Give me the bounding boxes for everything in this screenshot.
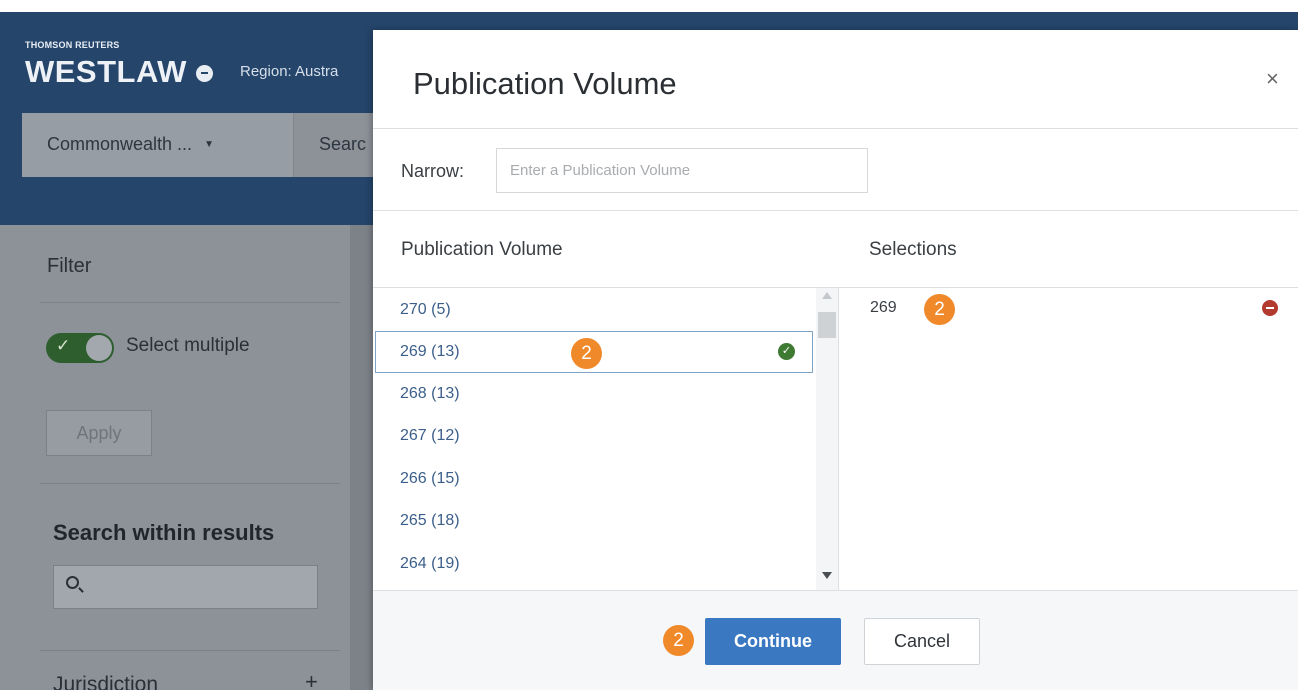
top-strip — [0, 0, 1298, 12]
list-item[interactable]: 264 (19) — [373, 544, 815, 586]
list-item-label: 269 (13) — [400, 343, 460, 360]
select-multiple-label: Select multiple — [126, 335, 250, 356]
search-within-input[interactable] — [53, 565, 318, 609]
list-item-label: 267 (12) — [400, 427, 460, 444]
list-item[interactable]: 265 (18) — [373, 501, 815, 543]
dialog-footer: Continue Cancel — [373, 590, 1298, 690]
list-item[interactable]: 266 (15) — [373, 459, 815, 501]
divider — [40, 302, 340, 303]
divider — [373, 128, 1298, 129]
check-circle-icon: ✓ — [778, 343, 795, 360]
list-column-header: Publication Volume — [401, 239, 563, 260]
selection-item: 269 — [870, 299, 897, 316]
narrow-input[interactable] — [496, 148, 868, 193]
caret-down-icon: ▼ — [204, 139, 214, 150]
toggle-knob — [86, 335, 112, 361]
volume-list: 270 (5) 269 (13) ✓ 268 (13) 267 (12) 266… — [373, 288, 839, 590]
continue-button[interactable]: Continue — [705, 618, 841, 665]
narrow-label: Narrow: — [401, 161, 465, 181]
check-icon: ✓ — [56, 336, 71, 355]
publication-volume-dialog: Publication Volume × Narrow: Publication… — [373, 30, 1298, 690]
step-badge: 2 — [663, 625, 694, 656]
list-scrollbar[interactable] — [816, 288, 838, 590]
list-item[interactable]: 268 (13) — [373, 374, 815, 416]
list-item[interactable]: 270 (5) — [373, 290, 815, 332]
jurisdiction-filter-title: Jurisdiction — [53, 673, 159, 690]
divider — [40, 650, 340, 651]
search-icon — [66, 576, 79, 589]
close-icon[interactable]: × — [1266, 66, 1279, 92]
list-item-label: 266 (15) — [400, 470, 460, 487]
expand-plus-icon[interactable]: + — [305, 669, 318, 690]
apply-button[interactable]: Apply — [46, 410, 152, 456]
region-selector[interactable]: Region: Austra — [240, 63, 338, 80]
search-within-title: Search within results — [53, 520, 275, 545]
list-item-label: 265 (18) — [400, 512, 460, 529]
list-item-label: 270 (5) — [400, 301, 451, 318]
filter-sidebar: Filter ✓ Select multiple Apply Search wi… — [0, 225, 350, 690]
jurisdiction-dropdown[interactable]: Commonwealth ... ▼ — [22, 113, 294, 177]
step-badge: 2 — [571, 338, 602, 369]
step-badge: 2 — [924, 294, 955, 325]
list-item-label: 264 (19) — [400, 555, 460, 572]
brand-company: THOMSON REUTERS — [25, 40, 120, 50]
selections-column-header: Selections — [869, 239, 957, 260]
scroll-down-arrow-icon[interactable] — [822, 572, 832, 579]
scroll-up-arrow-icon[interactable] — [822, 292, 832, 299]
search-bar: Commonwealth ... ▼ Searc — [22, 113, 382, 177]
filter-title: Filter — [47, 255, 92, 277]
brand-menu-icon[interactable] — [196, 65, 213, 82]
cancel-button[interactable]: Cancel — [864, 618, 980, 665]
scroll-thumb[interactable] — [818, 312, 836, 338]
list-item[interactable]: 267 (12) — [373, 416, 815, 458]
dialog-title: Publication Volume — [413, 66, 677, 101]
search-input[interactable]: Searc — [319, 134, 366, 155]
remove-selection-icon[interactable] — [1262, 300, 1278, 316]
select-multiple-toggle[interactable]: ✓ — [46, 333, 114, 363]
brand-logo[interactable]: WESTLAW — [25, 54, 187, 90]
divider — [373, 210, 1298, 211]
divider — [40, 483, 340, 484]
jurisdiction-dropdown-label: Commonwealth ... — [47, 134, 193, 154]
list-item-label: 268 (13) — [400, 385, 460, 402]
